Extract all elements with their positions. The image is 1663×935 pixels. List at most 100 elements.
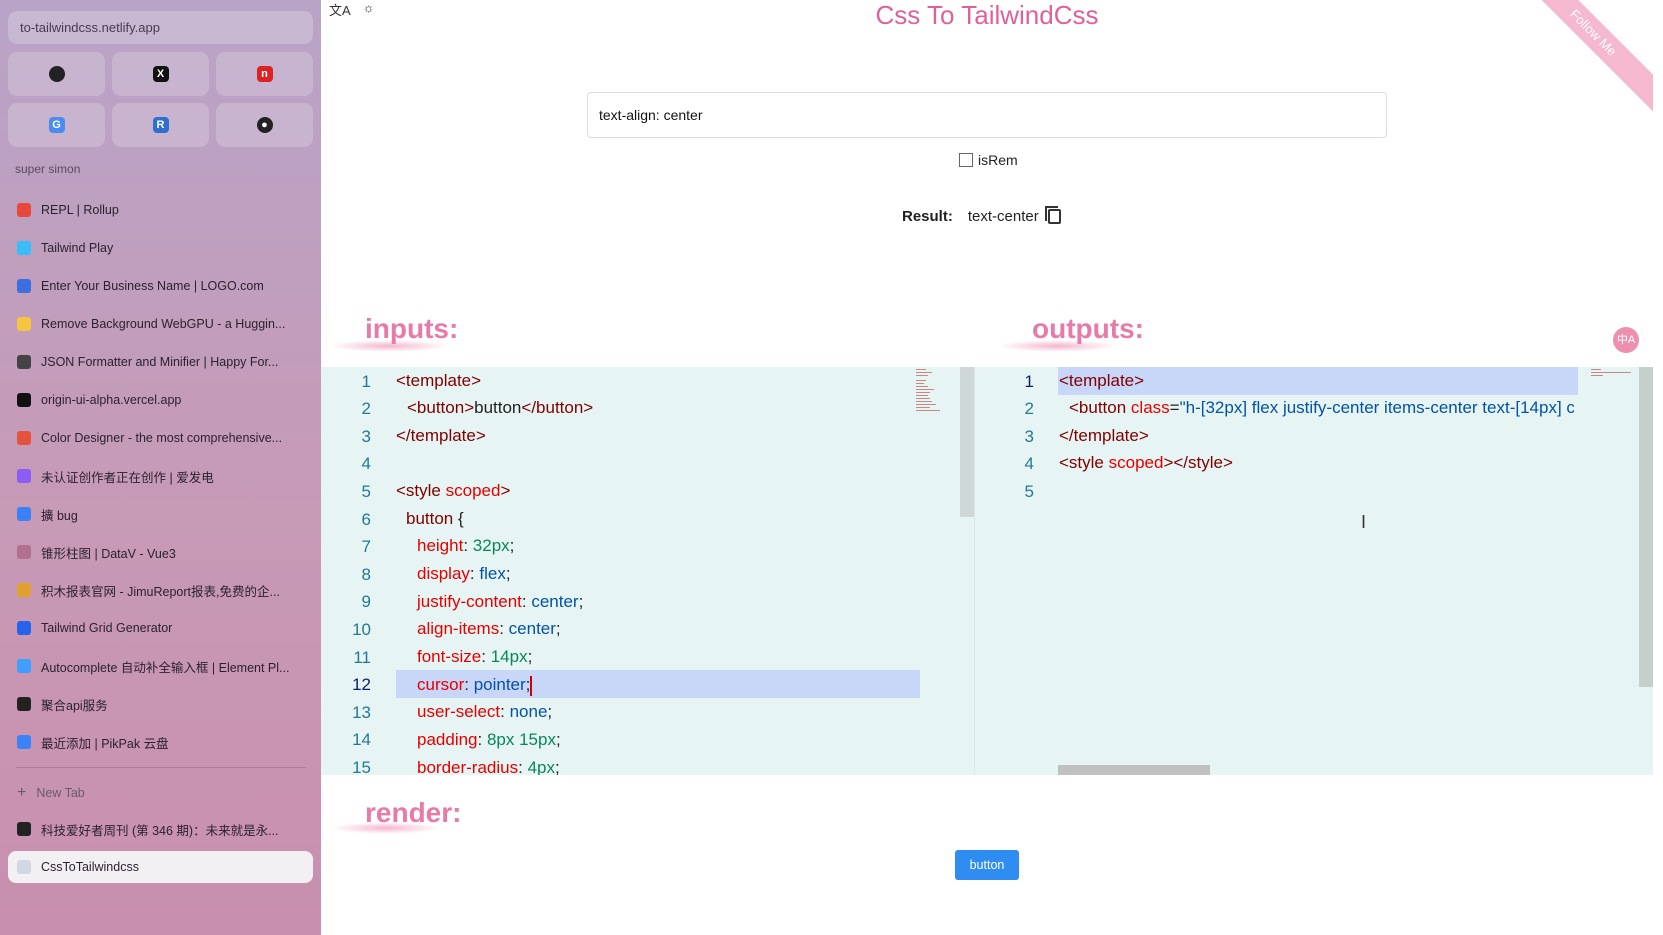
line-number: 1 <box>361 371 371 391</box>
sidebar-tab[interactable]: 未认证创作者正在创作 | 爱发电 <box>8 457 313 495</box>
outputs-editor[interactable]: <template> <button class="h-[32px] flex … <box>974 367 1653 775</box>
tab-label: 聚合api服务 <box>41 698 108 713</box>
tab-label: origin-ui-alpha.vercel.app <box>41 393 182 407</box>
code-line-13: user-select: none; <box>417 702 553 721</box>
pinned-red-app[interactable]: n <box>216 52 313 96</box>
tab-label: 科技爱好者周刊 (第 346 期)：未来就是永... <box>41 823 279 838</box>
tab-favicon <box>17 317 31 331</box>
isrem-checkbox[interactable] <box>959 153 973 167</box>
tab-label: Color Designer - the most comprehensive.… <box>41 431 283 445</box>
sidebar-tab[interactable]: 锥形柱图 | DataV - Vue3 <box>8 533 313 571</box>
chat-icon: ● <box>256 117 273 133</box>
sidebar-tab[interactable]: REPL | Rollup <box>8 191 313 229</box>
line-number: 3 <box>361 426 371 446</box>
inputs-scrollbar[interactable] <box>960 367 974 517</box>
line-number: 9 <box>361 592 371 612</box>
tab-favicon <box>17 469 31 483</box>
pinned-x[interactable]: X <box>112 52 209 96</box>
code-line-2: <button class="h-[32px] flex justify-cen… <box>1069 398 1574 417</box>
tab-label: 锥形柱图 | DataV - Vue3 <box>41 546 176 561</box>
sidebar-tab[interactable]: Tailwind Play <box>8 229 313 267</box>
sidebar-tab[interactable]: origin-ui-alpha.vercel.app <box>8 381 313 419</box>
tab-label: 最近添加 | PikPak 云盘 <box>41 736 169 751</box>
text-cursor-icon: I <box>1361 512 1367 532</box>
line-number: 2 <box>361 399 371 419</box>
code-line-5: <style scoped> <box>396 481 511 500</box>
pinned-translate[interactable]: G <box>8 103 105 147</box>
pinned-github[interactable] <box>8 52 105 96</box>
outputs-scrollbar[interactable] <box>1639 367 1653 687</box>
browser-sidebar: to-tailwindcss.netlify.app X n G R ● sup… <box>0 0 321 935</box>
x-icon: X <box>152 66 169 82</box>
outputs-horizontal-scrollbar[interactable] <box>1058 765 1210 775</box>
translate-icon: G <box>48 117 65 133</box>
result-value: text-center <box>967 208 1039 225</box>
line-number: 4 <box>361 454 371 474</box>
line-number: 6 <box>361 509 371 529</box>
sidebar-tab-active[interactable]: CssToTailwindcss <box>8 851 313 883</box>
sidebar-tab[interactable]: Remove Background WebGPU - a Huggin... <box>8 305 313 343</box>
line-number: 15 <box>352 757 371 775</box>
tab-favicon <box>17 697 31 711</box>
tab-favicon <box>17 355 31 369</box>
code-line-15: border-radius: 4px; <box>417 758 560 775</box>
line-number: 12 <box>352 675 371 695</box>
code-line-11: font-size: 14px; <box>417 647 533 666</box>
sidebar-tab[interactable]: Autocomplete 自动补全输入框 | Element Pl... <box>8 647 313 685</box>
tab-favicon <box>17 822 31 836</box>
tab-label: Tailwind Grid Generator <box>41 621 173 635</box>
tab-label: Enter Your Business Name | LOGO.com <box>41 279 264 293</box>
sidebar-tab[interactable]: JSON Formatter and Minifier | Happy For.… <box>8 343 313 381</box>
code-line-12: cursor: pointer; <box>417 675 533 696</box>
code-line-9: justify-content: center; <box>417 592 584 611</box>
code-line-2: <button>button</button> <box>407 398 594 417</box>
github-icon <box>48 66 65 82</box>
inputs-minimap[interactable] <box>916 367 944 775</box>
inputs-editor[interactable]: <template> <button>button</button> </tem… <box>321 367 974 775</box>
page-title: Css To TailwindCss <box>875 0 1099 30</box>
line-number: 14 <box>352 730 371 750</box>
pinned-r[interactable]: R <box>112 103 209 147</box>
line-number: 5 <box>1024 481 1034 501</box>
outputs-minimap[interactable] <box>1591 367 1641 775</box>
sidebar-tab-weekly[interactable]: 科技爱好者周刊 (第 346 期)：未来就是永... <box>8 813 313 845</box>
code-line-1: <template> <box>1059 371 1145 390</box>
sidebar-tab[interactable]: Enter Your Business Name | LOGO.com <box>8 267 313 305</box>
r-icon: R <box>152 117 169 133</box>
result-label: Result: <box>902 208 953 225</box>
tab-favicon <box>17 393 31 407</box>
floating-translate-icon[interactable]: 中A <box>1613 327 1639 353</box>
copy-icon[interactable] <box>1044 206 1061 224</box>
url-bar[interactable]: to-tailwindcss.netlify.app <box>8 11 313 44</box>
code-line-10: align-items: center; <box>417 619 561 638</box>
tab-label: 积木报表官网 - JimuReport报表,免费的企... <box>41 584 280 599</box>
new-tab-button[interactable]: + New Tab <box>17 784 85 802</box>
code-line-3: </template> <box>396 426 486 445</box>
code-line-1: <template> <box>396 371 482 390</box>
pinned-chat[interactable]: ● <box>216 103 313 147</box>
tab-favicon <box>17 241 31 255</box>
code-line-14: padding: 8px 15px; <box>417 730 561 749</box>
sidebar-tab[interactable]: 积木报表官网 - JimuReport报表,免费的企... <box>8 571 313 609</box>
sidebar-tab[interactable]: 最近添加 | PikPak 云盘 <box>8 723 313 761</box>
css-input[interactable] <box>587 92 1387 138</box>
sidebar-tab[interactable]: 擴 bug <box>8 495 313 533</box>
tab-favicon <box>17 860 31 874</box>
sidebar-divider <box>16 767 306 768</box>
tab-favicon <box>17 621 31 635</box>
tab-label: 未认证创作者正在创作 | 爱发电 <box>41 470 214 485</box>
line-number: 8 <box>361 564 371 584</box>
tab-favicon <box>17 279 31 293</box>
line-number: 2 <box>1024 399 1034 419</box>
tab-favicon <box>17 545 31 559</box>
isrem-toggle[interactable]: isRem <box>959 152 1018 168</box>
sidebar-tab[interactable]: Tailwind Grid Generator <box>8 609 313 647</box>
tab-label: Tailwind Play <box>41 241 114 255</box>
sidebar-tab[interactable]: 聚合api服务 <box>8 685 313 723</box>
line-number: 1 <box>1024 371 1034 391</box>
line-number: 10 <box>352 619 371 639</box>
render-preview-button[interactable]: button <box>955 850 1019 880</box>
tab-label: Remove Background WebGPU - a Huggin... <box>41 317 286 331</box>
tab-favicon <box>17 659 31 673</box>
sidebar-tab[interactable]: Color Designer - the most comprehensive.… <box>8 419 313 457</box>
